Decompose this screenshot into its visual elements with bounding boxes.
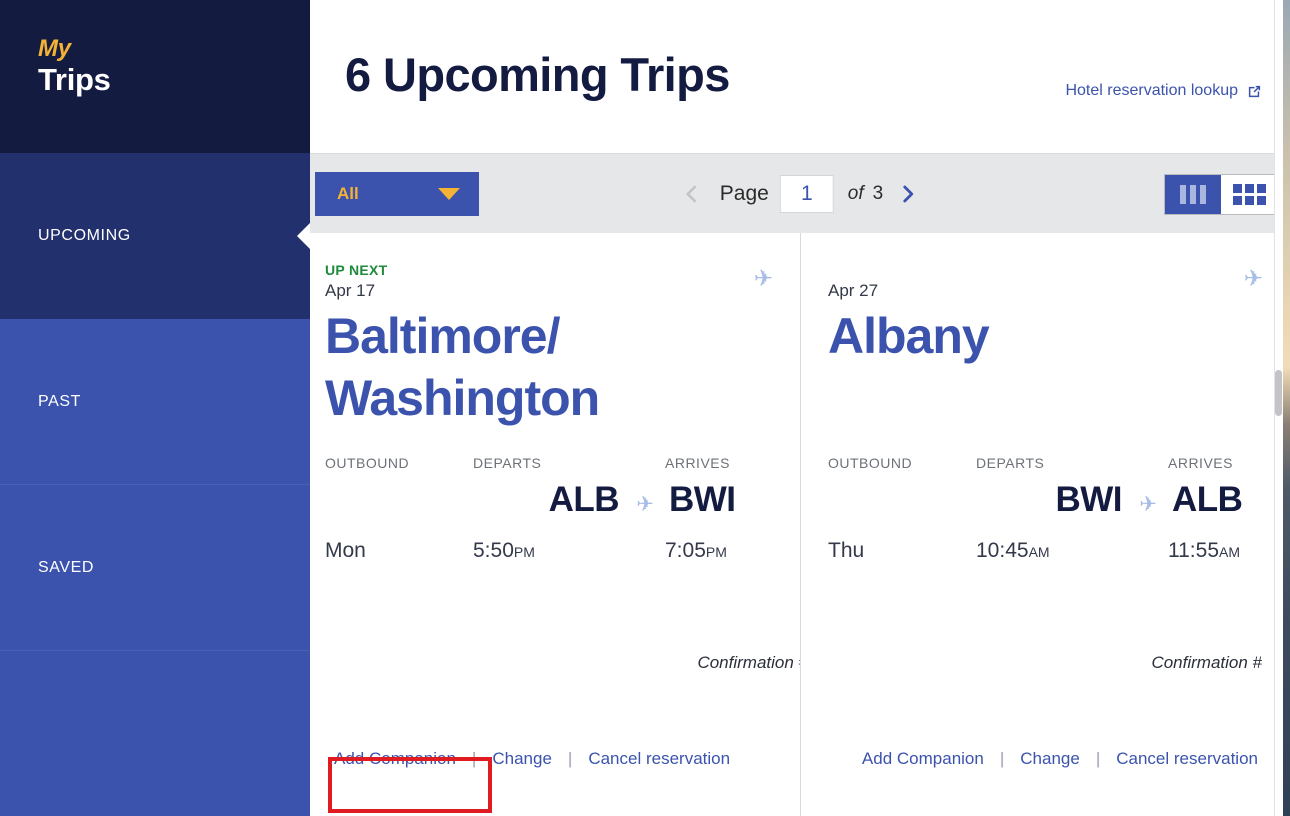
departure-time-value: 10:45 <box>976 539 1029 562</box>
columns-icon <box>1180 185 1206 204</box>
trip-card-list: ✈ UP NEXT Apr 17 Baltimore/ Washington O… <box>310 233 1290 816</box>
page-scrollbar-thumb[interactable] <box>1275 370 1282 416</box>
sidebar-item-label: PAST <box>38 392 82 410</box>
arrival-meridiem: AM <box>1219 544 1240 560</box>
my-trips-page: My Trips UPCOMING PAST SAVED 6 Upcoming … <box>0 0 1290 816</box>
page-title: 6 Upcoming Trips <box>345 48 730 101</box>
flight-leg: OUTBOUND DEPARTS ARRIVES ALB ✈ BWI Mon 5… <box>325 455 780 565</box>
caret-down-icon <box>438 188 460 200</box>
sidebar-item-saved[interactable]: SAVED <box>0 485 310 651</box>
selected-pointer-icon <box>297 222 310 249</box>
grid-icon <box>1232 184 1266 205</box>
main-content: 6 Upcoming Trips Hotel reservation looku… <box>310 0 1290 816</box>
confirmation-number: Confirmation # <box>1151 653 1262 672</box>
departure-meridiem: AM <box>1028 544 1050 560</box>
trip-card[interactable]: ✈ UP NEXT Apr 17 Baltimore/ Washington O… <box>310 233 808 816</box>
arrives-header: ARRIVES <box>1168 455 1233 471</box>
cancel-reservation-link[interactable]: Cancel reservation <box>1114 749 1260 769</box>
sidebar-filler <box>0 651 310 816</box>
airplane-icon: ✈ <box>753 265 773 291</box>
arrival-airport-code: BWI <box>669 480 736 519</box>
action-separator: | <box>567 749 573 768</box>
sidebar-item-past[interactable]: PAST <box>0 319 310 485</box>
filter-dropdown[interactable]: All <box>315 172 479 216</box>
action-separator: | <box>999 749 1005 768</box>
sidebar-item-upcoming[interactable]: UPCOMING <box>0 153 310 319</box>
hotel-reservation-lookup-link[interactable]: Hotel reservation lookup <box>1065 82 1262 100</box>
next-page-button[interactable] <box>891 182 925 206</box>
card-actions: Add Companion | Change | Cancel reservat… <box>828 749 1270 769</box>
external-link-icon <box>1247 84 1262 99</box>
departure-airport-code: BWI <box>1055 480 1122 519</box>
departure-time: 5:50PM <box>473 538 625 565</box>
trip-date: Apr 17 <box>325 281 376 300</box>
departs-header: DEPARTS <box>976 455 1045 471</box>
arrival-time-value: 7:05 <box>665 539 706 562</box>
leg-header-row: OUTBOUND DEPARTS ARRIVES <box>325 455 780 471</box>
trip-card[interactable]: ✈ Apr 27 Albany OUTBOUND DEPARTS ARRIVES… <box>800 233 1290 816</box>
leg-code-row: ALB ✈ BWI <box>325 479 780 526</box>
airplane-icon: ✈ <box>1243 265 1263 291</box>
previous-page-button[interactable] <box>675 182 709 206</box>
brand-my-text: My <box>38 35 71 62</box>
action-separator: | <box>471 749 477 768</box>
page-number-input[interactable]: 1 <box>779 175 834 213</box>
trip-destination: Albany <box>828 308 990 364</box>
outbound-header: OUTBOUND <box>325 455 410 471</box>
toolbar: All Page 1 of 3 <box>310 153 1290 233</box>
sidebar-item-label: UPCOMING <box>38 226 131 244</box>
up-next-badge: UP NEXT <box>325 262 388 278</box>
airplane-right-icon: ✈ <box>636 493 654 516</box>
confirmation-number: Confirmation # <box>697 653 808 672</box>
arrival-time-value: 11:55 <box>1168 539 1219 562</box>
leg-header-row: OUTBOUND DEPARTS ARRIVES <box>828 455 1270 471</box>
brand-logo: My Trips <box>0 0 310 153</box>
departure-day: Thu <box>828 539 865 562</box>
filter-dropdown-label: All <box>337 184 359 203</box>
action-separator: | <box>1095 749 1101 768</box>
cancel-reservation-link[interactable]: Cancel reservation <box>586 749 732 769</box>
flight-leg: OUTBOUND DEPARTS ARRIVES BWI ✈ ALB Thu 1… <box>828 455 1270 565</box>
airplane-right-icon: ✈ <box>1139 493 1157 516</box>
pagination: Page 1 of 3 <box>675 172 925 216</box>
arrival-time: 7:05PM <box>665 538 815 565</box>
page-label: Page <box>719 182 769 205</box>
leg-time-row: Thu 10:45AM 11:55AM <box>828 538 1270 565</box>
arrival-time: 11:55AM <box>1168 538 1290 565</box>
view-toggle-group <box>1164 174 1278 215</box>
page-header: 6 Upcoming Trips Hotel reservation looku… <box>310 0 1290 153</box>
brand-trips-text: Trips <box>38 62 111 97</box>
add-companion-link[interactable]: Add Companion <box>332 749 458 769</box>
grid-view-button[interactable] <box>1221 175 1277 214</box>
departure-airport-code: ALB <box>548 480 620 519</box>
arrival-meridiem: PM <box>705 544 727 560</box>
change-link[interactable]: Change <box>490 749 554 769</box>
departure-time-value: 5:50 <box>473 539 514 562</box>
page-total-label: 3 <box>872 183 884 204</box>
leg-time-row: Mon 5:50PM 7:05PM <box>325 538 780 565</box>
sidebar-item-label: SAVED <box>38 558 95 576</box>
column-view-button[interactable] <box>1165 175 1221 214</box>
departure-meridiem: PM <box>513 544 535 560</box>
departure-day: Mon <box>325 539 366 562</box>
page-of-label: of <box>847 183 864 204</box>
outbound-header: OUTBOUND <box>828 455 913 471</box>
departs-header: DEPARTS <box>473 455 542 471</box>
add-companion-link[interactable]: Add Companion <box>860 749 986 769</box>
sidebar: My Trips UPCOMING PAST SAVED <box>0 0 310 816</box>
trip-date: Apr 27 <box>828 281 879 300</box>
arrival-airport-code: ALB <box>1172 480 1243 519</box>
background-image-sliver <box>1283 0 1290 816</box>
card-actions: Add Companion | Change | Cancel reservat… <box>332 749 780 769</box>
leg-code-row: BWI ✈ ALB <box>828 479 1270 526</box>
hotel-lookup-label: Hotel reservation lookup <box>1065 82 1238 99</box>
trip-destination: Baltimore/ Washington <box>325 308 600 426</box>
change-link[interactable]: Change <box>1018 749 1082 769</box>
arrives-header: ARRIVES <box>665 455 730 471</box>
departure-time: 10:45AM <box>976 538 1128 565</box>
